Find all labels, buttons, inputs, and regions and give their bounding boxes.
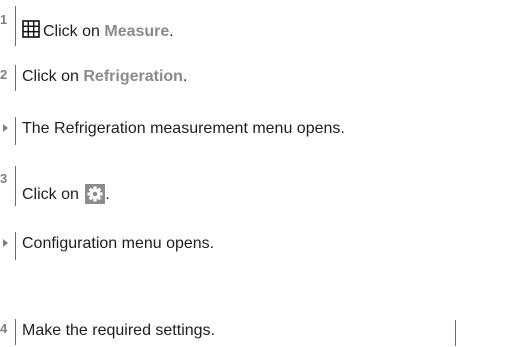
step-prefix: Click on [22, 68, 84, 85]
step-text: Click on Refrigeration. [22, 67, 187, 87]
result-text: Configuration menu opens. [22, 235, 215, 252]
result-arrow-icon [0, 232, 11, 247]
step-bar [15, 319, 16, 345]
step-suffix: . [182, 68, 188, 85]
step-2: 2 Click on Refrigeration. [0, 65, 187, 91]
step-number: 1 [0, 12, 8, 27]
result-2: Configuration menu opens. [0, 232, 214, 260]
result-arrow-icon [0, 117, 11, 132]
step-bar [15, 6, 16, 46]
step-prefix: Click on [43, 23, 105, 40]
step-suffix: . [105, 186, 110, 203]
step-4: 4 Make the required settings. [0, 319, 215, 345]
step-1: 1 Click on Measure. [0, 6, 174, 46]
grid-icon [22, 20, 40, 44]
step-number: 4 [0, 321, 8, 336]
step-text: Click on . [22, 184, 110, 210]
step-text: Make the required settings. [22, 322, 215, 339]
step-bar [15, 232, 16, 260]
step-bar [15, 65, 16, 91]
step-number: 2 [0, 67, 8, 82]
step-suffix: . [169, 23, 174, 40]
result-text: The Refrigeration measurement menu opens… [22, 120, 345, 137]
step-3: 3 Click on . [0, 166, 110, 210]
ui-element-refrigeration: Refrigeration [83, 68, 183, 85]
step-bar [15, 117, 16, 145]
change-bar [455, 320, 456, 346]
ui-element-measure: Measure [104, 23, 170, 40]
step-bar [15, 166, 16, 206]
step-prefix: Click on [22, 186, 84, 203]
result-1: The Refrigeration measurement menu opens… [0, 117, 345, 145]
gear-icon [85, 184, 106, 210]
step-number: 3 [0, 171, 8, 186]
step-text: Click on Measure. [22, 20, 174, 44]
